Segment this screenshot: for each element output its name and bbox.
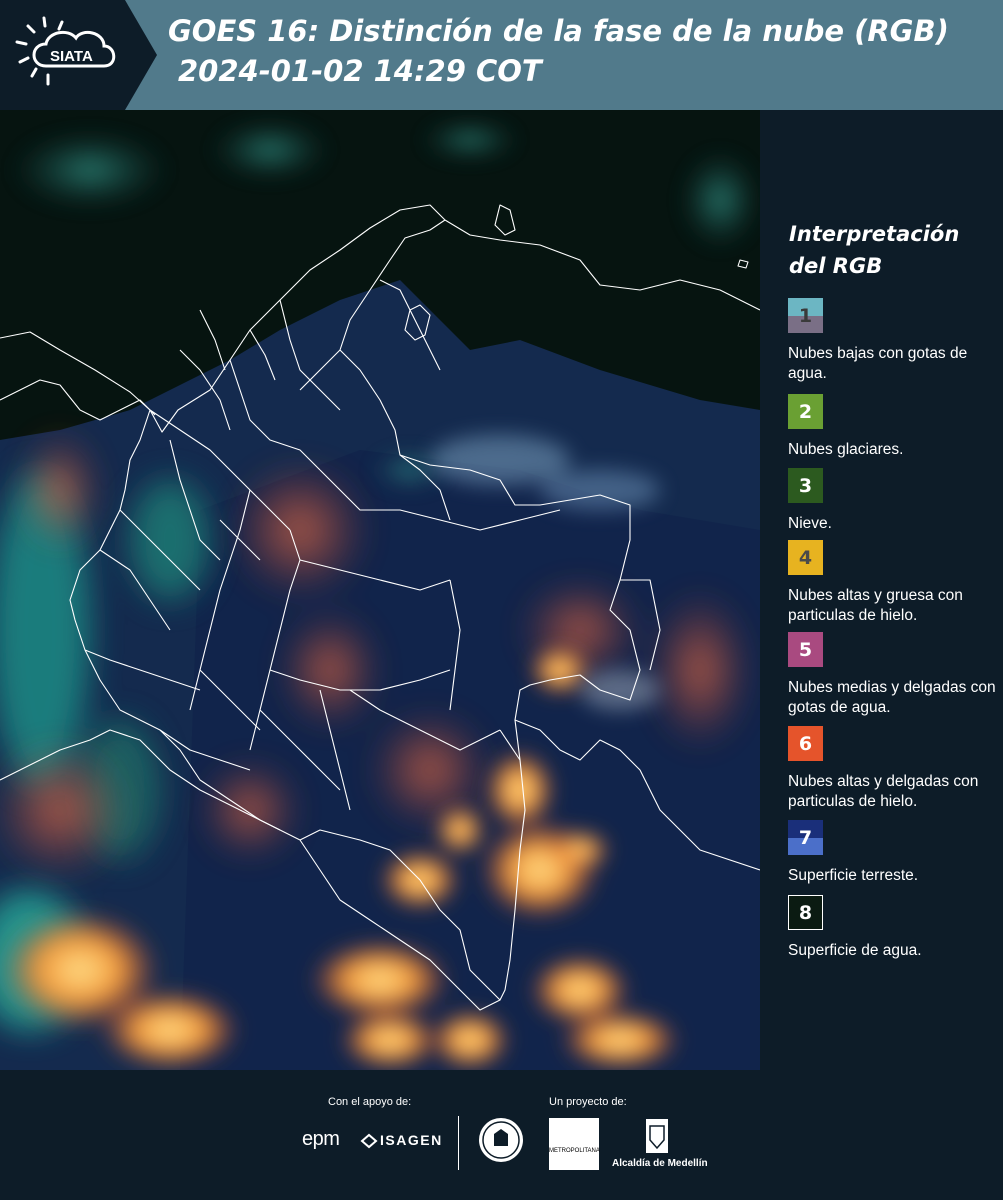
legend-number: 8 <box>798 901 813 924</box>
footer-divider <box>458 1116 459 1170</box>
legend-item-6: 6 Nubes altas y delgadas con particulas … <box>788 726 1003 812</box>
legend-swatch: 3 <box>788 468 823 503</box>
alcaldia-logo-text: Alcaldía de Medellín <box>612 1158 708 1169</box>
legend-number: 2 <box>798 400 813 423</box>
timestamp: 2024-01-02 14:29 COT <box>178 54 542 88</box>
legend-label: Nieve. <box>788 515 832 532</box>
footer: Con el apoyo de: Un proyecto de: epm ISA… <box>0 1070 1003 1200</box>
legend-swatch: 5 <box>788 632 823 667</box>
legend-label: Superficie terreste. <box>788 867 919 884</box>
siata-logo-icon: SIATA <box>15 16 116 86</box>
support-label: Con el apoyo de: <box>328 1096 412 1108</box>
page-title: GOES 16: Distinción de la fase de la nub… <box>168 14 949 48</box>
seal-logo-icon <box>479 1118 523 1162</box>
legend-panel: Interpretación del RGB 1 Nubes bajas con… <box>760 110 1003 1070</box>
legend-label: Nubes altas y gruesa con particulas de h… <box>788 587 963 624</box>
amva-logo-text: METROPOLITANA <box>549 1148 600 1154</box>
legend-item-2: 2 Nubes glaciares. <box>788 394 1003 460</box>
logo-chevron <box>125 0 157 110</box>
project-label: Un proyecto de: <box>549 1096 627 1108</box>
satellite-rgb-image <box>0 110 760 1070</box>
amva-logo <box>549 1118 599 1170</box>
isagen-logo-icon <box>360 1133 378 1149</box>
legend-item-1: 1 Nubes bajas con gotas de agua. <box>788 298 1003 384</box>
legend-item-3: 3 Nieve. <box>788 468 1003 534</box>
legend-label: Nubes medias y delgadas con gotas de agu… <box>788 679 996 716</box>
legend-item-8: 8 Superficie de agua. <box>788 895 1003 961</box>
epm-logo: epm <box>302 1128 340 1150</box>
legend-label: Nubes glaciares. <box>788 441 904 458</box>
legend-number: 6 <box>798 732 813 755</box>
legend-swatch: 2 <box>788 394 823 429</box>
header-bar: SIATA GOES 16: Distinción de la fase de … <box>0 0 1003 110</box>
alcaldia-shield-icon <box>646 1119 668 1153</box>
legend-number: 5 <box>798 638 813 661</box>
legend-swatch: 6 <box>788 726 823 761</box>
legend-item-7: 7 Superficie terreste. <box>788 820 1003 886</box>
legend-title: Interpretación del RGB <box>789 222 960 278</box>
legend-number: 4 <box>798 546 813 569</box>
legend-swatch: 7 <box>788 820 823 855</box>
legend-number: 7 <box>798 826 813 849</box>
legend-label: Nubes altas y delgadas con particulas de… <box>788 773 979 810</box>
legend-label: Superficie de agua. <box>788 942 922 959</box>
legend-item-4: 4 Nubes altas y gruesa con particulas de… <box>788 540 1003 626</box>
legend-number: 3 <box>798 474 813 497</box>
legend-swatch: 4 <box>788 540 823 575</box>
legend-swatch: 1 <box>788 298 823 333</box>
logo-text: SIATA <box>50 48 93 65</box>
legend-swatch: 8 <box>788 895 823 930</box>
legend-item-5: 5 Nubes medias y delgadas con gotas de a… <box>788 632 1003 718</box>
legend-number: 1 <box>798 304 813 327</box>
satellite-map[interactable] <box>0 110 760 1070</box>
isagen-logo: ISAGEN <box>380 1132 443 1148</box>
legend-label: Nubes bajas con gotas de agua. <box>788 345 968 382</box>
